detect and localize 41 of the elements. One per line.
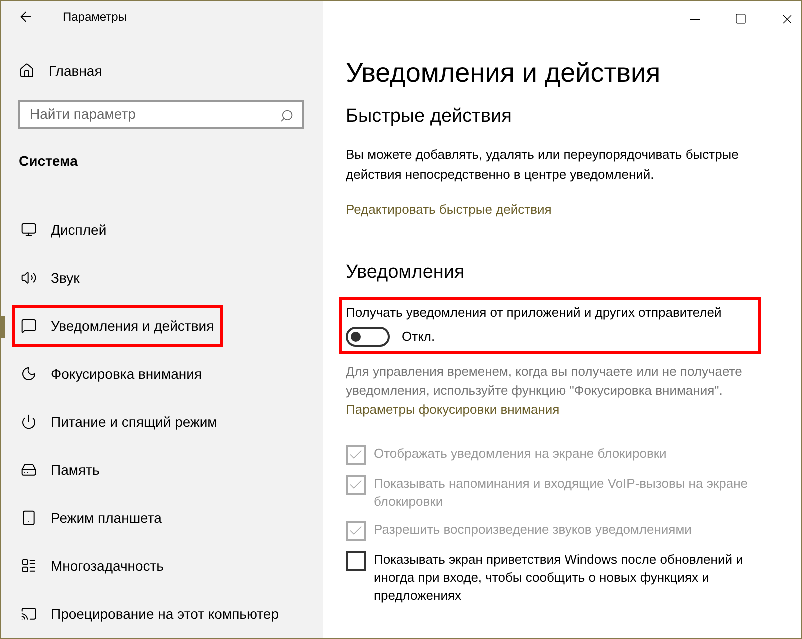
- checkbox[interactable]: [346, 550, 366, 570]
- edit-quick-actions-link[interactable]: Редактировать быстрые действия: [346, 200, 552, 219]
- checkbox-label: Показывать экран приветствия Windows после обновлений и иногда при входе, чтобы сообщить о новых функциях и предложениях: [374, 550, 744, 604]
- sidebar-item[interactable]: Звук: [12, 257, 89, 299]
- speaker-icon: [21, 270, 37, 286]
- sidebar-item[interactable]: Фокусировка внимания: [12, 353, 212, 395]
- sidebar-item[interactable]: Уведомления и действия: [12, 305, 224, 347]
- checkbox-label: Показывать напоминания и входящие VoIP-вызовы на экране блокировки: [374, 474, 750, 510]
- monitor-icon: [21, 222, 37, 238]
- window-title: Параметры: [63, 9, 127, 26]
- sidebar-item[interactable]: Дисплей: [12, 209, 116, 251]
- home-link[interactable]: Главная: [19, 60, 323, 82]
- search-icon: [280, 108, 294, 123]
- toggle-label: Получать уведомления от приложений и других отправителей: [346, 304, 723, 322]
- moon-icon: [21, 366, 37, 382]
- projector-icon: [21, 606, 37, 622]
- layout-icon: [21, 558, 37, 574]
- section-heading: Уведомления: [346, 261, 466, 285]
- tablet-icon: [21, 510, 37, 526]
- speech-bubble-icon: [21, 318, 37, 334]
- minimize-icon: [690, 18, 700, 20]
- toggle-state: Откл.: [402, 328, 436, 346]
- home-icon: [19, 63, 35, 80]
- sidebar-item[interactable]: Память: [12, 449, 109, 491]
- sidebar-item[interactable]: Проецирование на этот компьютер: [12, 593, 288, 635]
- sidebar-item[interactable]: Питание и спящий режим: [12, 401, 226, 443]
- page-title: Уведомления и действия: [346, 57, 662, 90]
- toggle-switch[interactable]: [346, 326, 390, 346]
- checkbox-label: Отображать уведомления на экране блокировки: [374, 444, 668, 462]
- power-icon: [21, 414, 37, 430]
- focus-description: Для управления временем, когда вы получаете или не получаете уведомления, используйте функцию "Фокусировка внимания".: [346, 362, 744, 400]
- sidebar-item[interactable]: Многозадачность: [12, 545, 173, 587]
- section-heading: Быстрые действия: [346, 105, 513, 129]
- description-text: Вы можете добавлять, удалять или переупорядочивать быстрые действия непосредственно в центре уведомлений.: [346, 146, 740, 184]
- drive-icon: [21, 462, 37, 478]
- section-heading: Система: [19, 152, 79, 169]
- maximize-icon: [735, 13, 747, 25]
- sidebar-item[interactable]: Режим планшета: [12, 497, 171, 539]
- checkbox-label: Разрешить воспроизведение звуков уведомлениями: [374, 520, 693, 538]
- focus-settings-link[interactable]: Параметры фокусировки внимания: [346, 400, 560, 418]
- search-field[interactable]: Найти параметр: [18, 100, 304, 129]
